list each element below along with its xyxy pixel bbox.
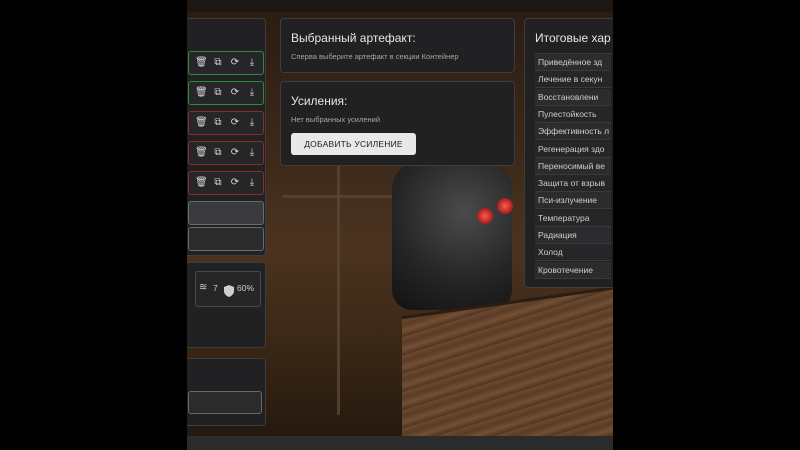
- trash-icon[interactable]: 🗑: [195, 87, 208, 99]
- download-icon[interactable]: ⤓: [246, 177, 258, 189]
- stat-row: Восстановлени: [535, 88, 611, 106]
- trash-icon[interactable]: 🗑: [195, 147, 208, 159]
- bottom-left-panel: [187, 358, 266, 426]
- stat-row: Кровотечение: [535, 261, 611, 279]
- boosts-title: Усиления:: [291, 94, 348, 108]
- top-bar: [187, 0, 613, 12]
- stat-row: Переносимый ве: [535, 157, 611, 175]
- protection-value: 60%: [237, 283, 255, 293]
- container-info-panel: ≋ 7 60%: [187, 262, 266, 348]
- trash-icon[interactable]: 🗑: [195, 57, 208, 69]
- boosts-subtitle: Нет выбранных усилений: [291, 115, 381, 124]
- bg-robot-eye: [477, 208, 493, 224]
- copy-icon[interactable]: ⧉: [212, 117, 224, 129]
- stat-row: Пси-излучение: [535, 192, 611, 210]
- stats-table: Приведённое зд Лечение в секун Восстановле…: [535, 53, 613, 279]
- video-frame: 🗑 ⧉ ⟳ ⤓ 🗑 ⧉ ⟳ ⤓ 🗑 ⧉ ⟳ ⤓ 🗑 ⧉ ⟳ ⤓ 🗑 ⧉ ⟳ ⤓ ≋ 7 60% Выбранный а…: [0, 0, 800, 450]
- artifact-slot[interactable]: 🗑 ⧉ ⟳ ⤓: [188, 111, 264, 135]
- stat-row: Защита от взрыв: [535, 175, 611, 193]
- download-icon[interactable]: ⤓: [246, 87, 258, 99]
- download-icon[interactable]: ⤓: [246, 147, 258, 159]
- results-panel: Итоговые хар Приведённое зд Лечение в сек…: [524, 18, 613, 288]
- artifact-slot[interactable]: 🗑 ⧉ ⟳ ⤓: [188, 51, 264, 75]
- stat-row: Эффективность л: [535, 123, 611, 141]
- stat-row: Температура: [535, 209, 611, 227]
- bottom-input[interactable]: [188, 391, 262, 414]
- copy-icon[interactable]: ⧉: [212, 177, 224, 189]
- app-viewport: 🗑 ⧉ ⟳ ⤓ 🗑 ⧉ ⟳ ⤓ 🗑 ⧉ ⟳ ⤓ 🗑 ⧉ ⟳ ⤓ 🗑 ⧉ ⟳ ⤓ ≋ 7 60% Выбранный а…: [187, 0, 613, 450]
- stat-row: Лечение в секун: [535, 71, 611, 89]
- download-icon[interactable]: ⤓: [246, 57, 258, 69]
- layers-icon: ≋: [199, 282, 208, 293]
- copy-icon[interactable]: ⧉: [212, 147, 224, 159]
- artifact-slot[interactable]: 🗑 ⧉ ⟳ ⤓: [188, 171, 264, 195]
- bg-robot: [392, 160, 512, 310]
- trash-icon[interactable]: 🗑: [195, 117, 208, 129]
- slots-count: 7: [213, 283, 218, 293]
- container-stats-box: ≋ 7 60%: [195, 271, 261, 307]
- selected-artifact-panel: Выбранный артефакт: Сперва выберите арте…: [280, 18, 515, 73]
- add-boost-button[interactable]: ДОБАВИТЬ УСИЛЕНИЕ: [291, 133, 416, 155]
- download-icon[interactable]: ⤓: [246, 117, 258, 129]
- artifact-title: Выбранный артефакт:: [291, 31, 416, 45]
- container-select[interactable]: [188, 201, 264, 225]
- copy-icon[interactable]: ⧉: [212, 87, 224, 99]
- results-title: Итоговые хар: [535, 31, 611, 45]
- stat-row: Холод: [535, 244, 611, 262]
- refresh-icon[interactable]: ⟳: [229, 147, 241, 159]
- refresh-icon[interactable]: ⟳: [229, 57, 241, 69]
- artifact-slot[interactable]: 🗑 ⧉ ⟳ ⤓: [188, 81, 264, 105]
- container-input[interactable]: [188, 227, 264, 251]
- trash-icon[interactable]: 🗑: [195, 177, 208, 189]
- container-slots-panel: 🗑 ⧉ ⟳ ⤓ 🗑 ⧉ ⟳ ⤓ 🗑 ⧉ ⟳ ⤓ 🗑 ⧉ ⟳ ⤓ 🗑 ⧉ ⟳ ⤓: [187, 18, 266, 256]
- stat-row: Пулестойкость: [535, 105, 611, 123]
- bg-robot-eye: [497, 198, 513, 214]
- refresh-icon[interactable]: ⟳: [229, 117, 241, 129]
- bottom-bar: [187, 436, 613, 450]
- refresh-icon[interactable]: ⟳: [229, 177, 241, 189]
- stat-row: Радиация: [535, 227, 611, 244]
- refresh-icon[interactable]: ⟳: [229, 87, 241, 99]
- bg-shelf-post: [337, 165, 340, 415]
- artifact-subtitle: Сперва выберите артефакт в секции Контей…: [291, 52, 459, 61]
- stat-row: Регенерация здо: [535, 140, 611, 158]
- copy-icon[interactable]: ⧉: [212, 57, 224, 69]
- artifact-slot[interactable]: 🗑 ⧉ ⟳ ⤓: [188, 141, 264, 165]
- stat-row: Приведённое зд: [535, 54, 611, 71]
- shield-icon: [224, 282, 236, 297]
